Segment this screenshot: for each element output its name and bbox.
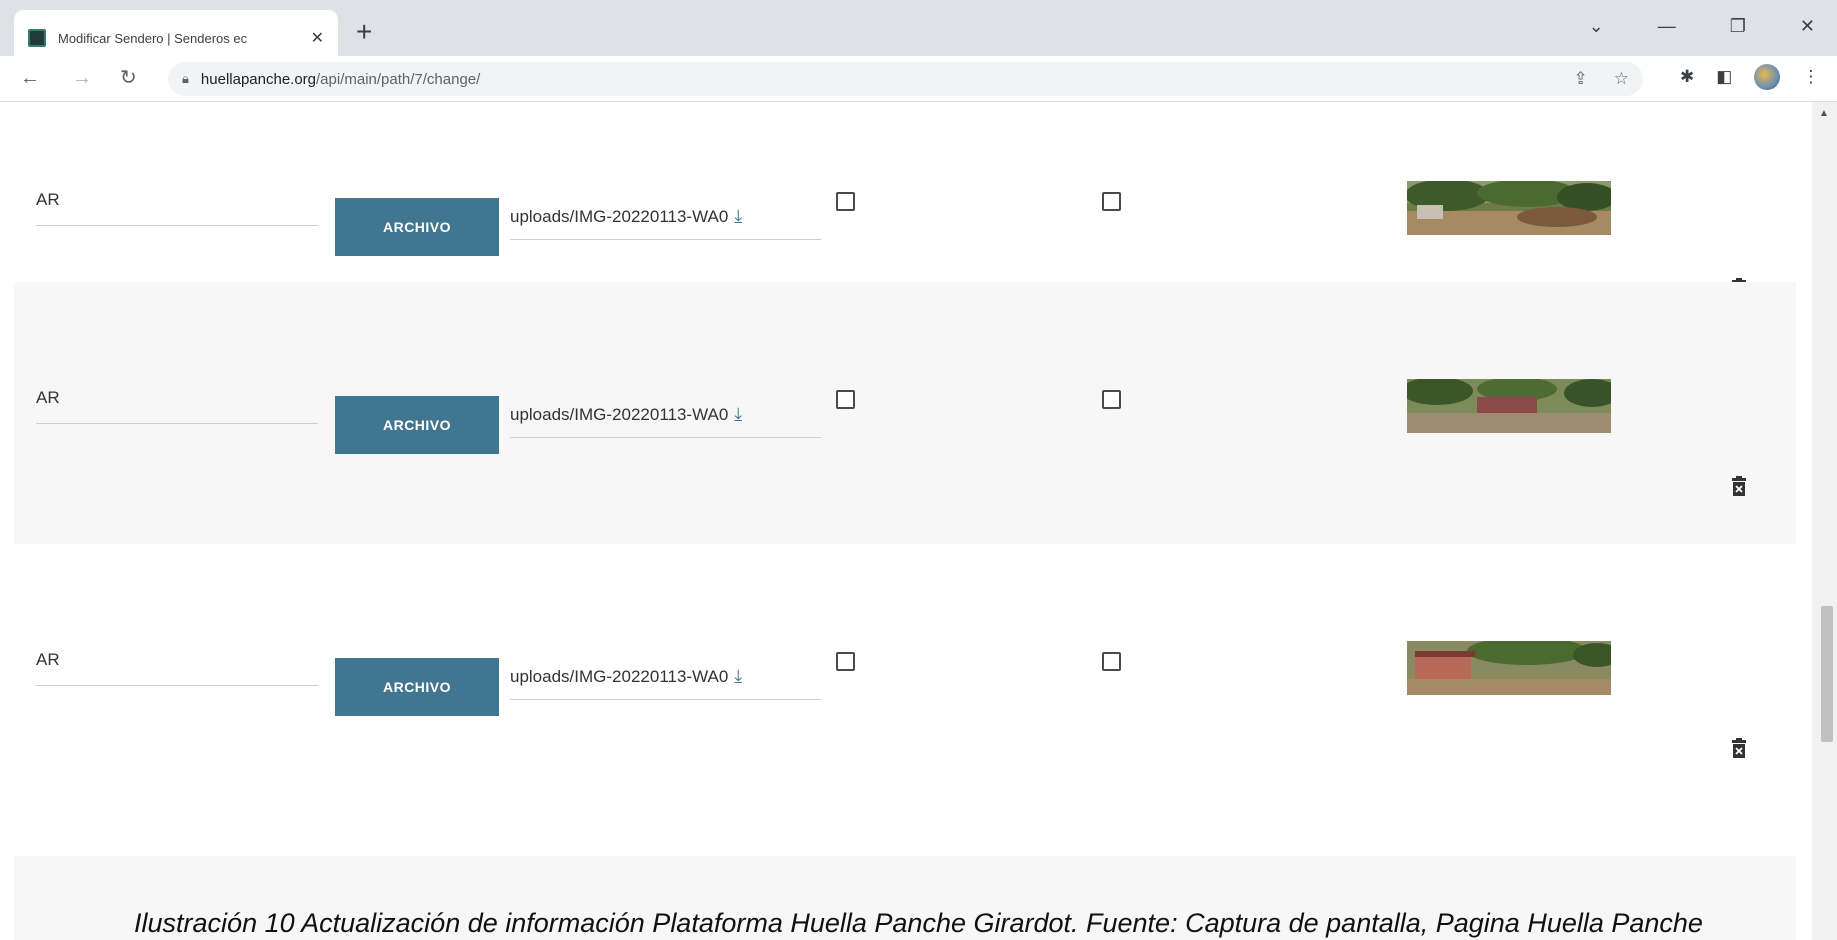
tab-title: Modificar Sendero | Senderos ec <box>58 30 248 46</box>
profile-avatar-icon[interactable] <box>1754 64 1781 90</box>
tab-search-icon[interactable]: ⌄ <box>1589 16 1604 37</box>
file-upload-button[interactable]: ARCHIVO <box>335 198 499 256</box>
image-thumbnail <box>1407 641 1611 695</box>
tab-close-icon[interactable]: ✕ <box>311 28 324 48</box>
name-input[interactable]: AR <box>36 384 318 424</box>
close-window-icon[interactable]: ✕ <box>1800 16 1815 37</box>
omnibox-actions: ⇪ ☆ <box>1574 69 1630 89</box>
share-icon[interactable]: ⇪ <box>1574 69 1588 89</box>
checkbox-option-a[interactable] <box>836 192 855 211</box>
download-icon[interactable]: ⤓ <box>734 404 742 425</box>
file-path-field[interactable]: uploads/IMG-20220113-WA0 ⤓ <box>510 392 821 438</box>
checkbox-option-a[interactable] <box>836 652 855 671</box>
scroll-thumb[interactable] <box>1821 606 1833 742</box>
new-tab-button[interactable]: + <box>356 18 372 46</box>
checkbox-option-a[interactable] <box>836 390 855 409</box>
minimize-icon[interactable]: — <box>1658 16 1676 37</box>
back-arrow-icon[interactable]: ← <box>20 66 40 90</box>
browser-toolbar: ← → ↻ 🔒︎ huellapanche.org/api/main/path/… <box>0 56 1837 102</box>
checkbox-option-b[interactable] <box>1102 192 1121 211</box>
url-host: huellapanche.org <box>200 70 317 88</box>
scroll-up-arrow-icon[interactable]: ▲ <box>1819 108 1829 119</box>
forward-arrow-icon[interactable]: → <box>72 66 92 90</box>
file-path-text: uploads/IMG-20220113-WA0 <box>510 666 729 686</box>
file-path-field[interactable]: uploads/IMG-20220113-WA0 ⤓ <box>510 194 821 240</box>
page-scrollbar[interactable]: ▲ <box>1812 102 1837 940</box>
inline-image-row: AR ARCHIVO uploads/IMG-20220113-WA0 ⤓ <box>14 282 1796 544</box>
file-path-text: uploads/IMG-20220113-WA0 <box>510 404 729 424</box>
admin-change-page: AR ARCHIVO uploads/IMG-20220113-WA0 ⤓ AR… <box>0 102 1837 940</box>
lock-icon[interactable]: 🔒︎ <box>182 71 189 87</box>
trash-icon[interactable] <box>1731 476 1747 496</box>
address-bar[interactable]: 🔒︎ huellapanche.org/api/main/path/7/chan… <box>168 62 1643 96</box>
side-panel-icon[interactable]: ◧ <box>1716 67 1732 87</box>
restore-icon[interactable]: ❐ <box>1730 16 1746 37</box>
name-input[interactable]: AR <box>36 646 318 686</box>
download-icon[interactable]: ⤓ <box>734 206 742 227</box>
site-favicon-icon <box>28 29 46 47</box>
image-thumbnail <box>1407 379 1611 433</box>
inline-image-row: AR ARCHIVO uploads/IMG-20220113-WA0 ⤓ <box>14 544 1796 806</box>
checkbox-option-b[interactable] <box>1102 652 1121 671</box>
download-icon[interactable]: ⤓ <box>734 666 742 687</box>
checkbox-option-b[interactable] <box>1102 390 1121 409</box>
window-controls: ⌄ — ❐ ✕ <box>1589 16 1837 37</box>
image-thumbnail <box>1407 181 1611 235</box>
name-input[interactable]: AR <box>36 186 318 226</box>
extensions-puzzle-icon[interactable]: ✱ <box>1680 67 1694 87</box>
url-path: /api/main/path/7/change/ <box>316 70 481 88</box>
file-upload-button[interactable]: ARCHIVO <box>335 396 499 454</box>
bookmark-star-icon[interactable]: ☆ <box>1614 69 1629 89</box>
file-path-text: uploads/IMG-20220113-WA0 <box>510 206 729 226</box>
file-upload-button[interactable]: ARCHIVO <box>335 658 499 716</box>
trash-icon[interactable] <box>1731 738 1747 758</box>
extension-area: ✱ ◧ ⋮ <box>1680 64 1819 90</box>
menu-kebab-icon[interactable]: ⋮ <box>1802 67 1819 87</box>
figure-caption: Ilustración 10 Actualización de informac… <box>134 908 1703 938</box>
reload-icon[interactable]: ↻ <box>120 66 137 90</box>
file-path-field[interactable]: uploads/IMG-20220113-WA0 ⤓ <box>510 654 821 700</box>
